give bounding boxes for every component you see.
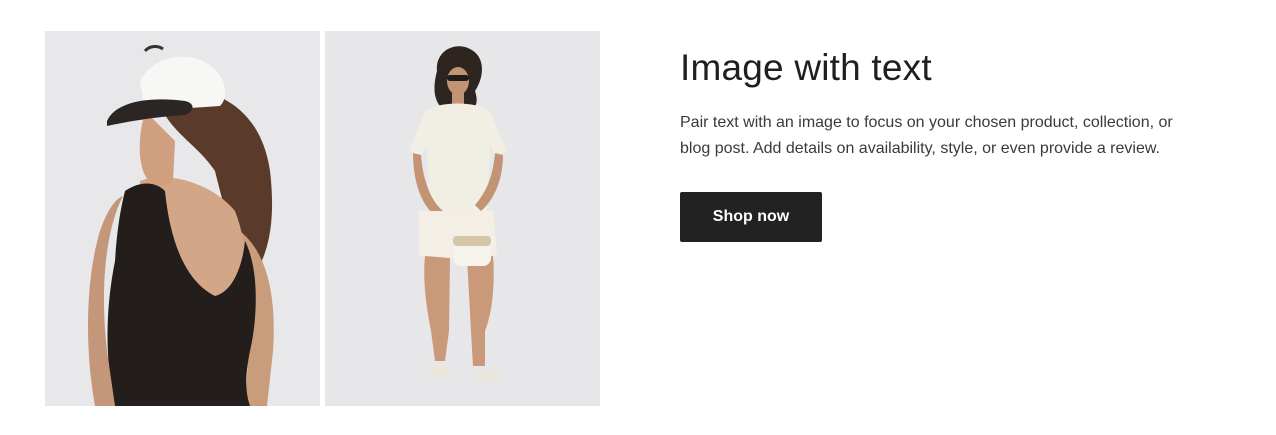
section-body-text: Pair text with an image to focus on your… (680, 114, 1173, 157)
model-black-bodysuit-illustration (45, 31, 320, 406)
product-image-right (325, 31, 600, 406)
shop-now-button[interactable]: Shop now (680, 192, 822, 242)
image-with-text-content: Image with text Pair text with an image … (680, 46, 1200, 242)
product-image-left (45, 31, 320, 406)
section-heading: Image with text (680, 47, 932, 88)
model-cream-outfit-illustration (325, 31, 600, 406)
